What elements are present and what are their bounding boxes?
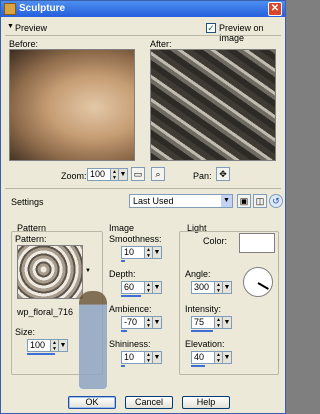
zoom-fit-icon[interactable]: ▭ [131, 167, 145, 181]
intensity-spin-arrows-icon[interactable]: ▲ ▼ [215, 316, 223, 329]
angle-input[interactable]: 300 [191, 281, 215, 294]
preset-value: Last Used [133, 196, 174, 206]
image-group-label: Image [109, 223, 135, 233]
size-spin-arrows-icon[interactable]: ▲ ▼ [51, 339, 59, 352]
smoothness-label: Smoothness: [109, 234, 162, 244]
angle-spin-arrows-icon[interactable]: ▲ ▼ [215, 281, 223, 294]
size-stepper[interactable]: 100 ▲ ▼ ▼ [27, 339, 68, 352]
shininess-stepper[interactable]: 10 ▲ ▼ ▼ [121, 351, 162, 364]
size-input[interactable]: 100 [27, 339, 51, 352]
angle-dial-needle [257, 282, 269, 290]
depth-input[interactable]: 60 [121, 281, 145, 294]
shininess-dropdown-icon[interactable]: ▼ [153, 351, 162, 364]
elevation-dropdown-icon[interactable]: ▼ [223, 351, 232, 364]
smoothness-slider[interactable] [121, 260, 125, 262]
elevation-input[interactable]: 40 [191, 351, 215, 364]
light-color-swatch[interactable] [239, 233, 275, 253]
ambience-label: Ambience: [109, 304, 152, 314]
pattern-name: wp_floral_716 [17, 307, 74, 317]
close-button[interactable]: ✕ [268, 2, 282, 16]
shininess-slider[interactable] [121, 365, 125, 367]
elevation-slider[interactable] [191, 365, 205, 367]
pattern-swatch[interactable] [17, 245, 83, 299]
angle-dial[interactable] [243, 267, 273, 297]
size-label: Size: [15, 327, 36, 337]
ambience-stepper[interactable]: -70 ▲ ▼ ▼ [121, 316, 162, 329]
zoom-label: Zoom: [61, 171, 87, 181]
smoothness-input[interactable]: 10 [121, 246, 145, 259]
app-icon [4, 3, 16, 15]
angle-label: Angle: [185, 269, 211, 279]
elevation-stepper[interactable]: 40 ▲ ▼ ▼ [191, 351, 232, 364]
intensity-dropdown-icon[interactable]: ▼ [223, 316, 232, 329]
size-slider[interactable] [27, 353, 55, 355]
smoothness-dropdown-icon[interactable]: ▼ [153, 246, 162, 259]
depth-dropdown-icon[interactable]: ▼ [153, 281, 162, 294]
after-preview[interactable] [150, 49, 276, 161]
sculpture-dialog: Sculpture ✕ ▼ Preview ✓ Preview on Image… [0, 0, 286, 414]
shininess-spin-arrows-icon[interactable]: ▲ ▼ [145, 351, 153, 364]
intensity-input[interactable]: 75 [191, 316, 215, 329]
pan-move-icon[interactable]: ✥ [216, 167, 230, 181]
smoothness-spin-arrows-icon[interactable]: ▲ ▼ [145, 246, 153, 259]
help-button[interactable]: Help [182, 396, 230, 409]
shininess-input[interactable]: 10 [121, 351, 145, 364]
chevron-down-icon[interactable]: ▼ [221, 195, 232, 207]
pan-label: Pan: [193, 171, 212, 181]
ambience-spin-arrows-icon[interactable]: ▲ ▼ [145, 316, 153, 329]
save-preset-icon[interactable]: ▣ [237, 194, 251, 208]
settings-label: Settings [11, 197, 44, 207]
after-label: After: [150, 39, 172, 49]
elevation-spin-arrows-icon[interactable]: ▲ ▼ [215, 351, 223, 364]
preview-toggle-label[interactable]: Preview [15, 23, 47, 33]
zoom-input[interactable]: 100 [87, 168, 111, 181]
pattern-dropdown-icon[interactable]: ▼ [85, 268, 91, 274]
before-preview[interactable] [9, 49, 135, 161]
zoom-stepper[interactable]: 100 ▲ ▼ ▼ [87, 168, 128, 181]
size-dropdown-icon[interactable]: ▼ [59, 339, 68, 352]
divider [5, 188, 281, 189]
preview-on-image-checkbox[interactable]: ✓ [206, 23, 216, 33]
ambience-input[interactable]: -70 [121, 316, 145, 329]
preview-on-image-label: Preview on Image [219, 23, 264, 43]
depth-stepper[interactable]: 60 ▲ ▼ ▼ [121, 281, 162, 294]
title-bar[interactable]: Sculpture ✕ [1, 1, 285, 17]
preset-select[interactable]: Last Used ▼ [129, 194, 233, 208]
angle-stepper[interactable]: 300 ▲ ▼ ▼ [191, 281, 232, 294]
angle-dropdown-icon[interactable]: ▼ [223, 281, 232, 294]
cancel-button[interactable]: Cancel [125, 396, 173, 409]
elevation-label: Elevation: [185, 339, 225, 349]
intensity-slider[interactable] [191, 330, 213, 332]
ambience-dropdown-icon[interactable]: ▼ [153, 316, 162, 329]
before-label: Before: [9, 39, 39, 49]
pattern-label: Pattern: [15, 234, 47, 244]
depth-slider[interactable] [121, 295, 141, 297]
reset-icon[interactable]: ↺ [269, 194, 283, 208]
shininess-label: Shininess: [109, 339, 151, 349]
divider [5, 35, 281, 36]
collapse-chevron-icon[interactable]: ▼ [7, 23, 14, 30]
depth-spin-arrows-icon[interactable]: ▲ ▼ [145, 281, 153, 294]
ok-button[interactable]: OK [68, 396, 116, 409]
depth-label: Depth: [109, 269, 136, 279]
ambience-slider[interactable] [121, 330, 127, 332]
preset-options-icon[interactable]: ◫ [253, 194, 267, 208]
decorative-figure-image [79, 291, 107, 389]
intensity-stepper[interactable]: 75 ▲ ▼ ▼ [191, 316, 232, 329]
zoom-magnify-icon[interactable]: ⌕ [151, 167, 165, 181]
zoom-dropdown-icon[interactable]: ▼ [119, 168, 128, 181]
light-color-label: Color: [203, 236, 228, 246]
window-title: Sculpture [19, 3, 66, 14]
smoothness-stepper[interactable]: 10 ▲ ▼ ▼ [121, 246, 162, 259]
zoom-spin-arrows-icon[interactable]: ▲ ▼ [111, 168, 119, 181]
intensity-label: Intensity: [185, 304, 222, 314]
